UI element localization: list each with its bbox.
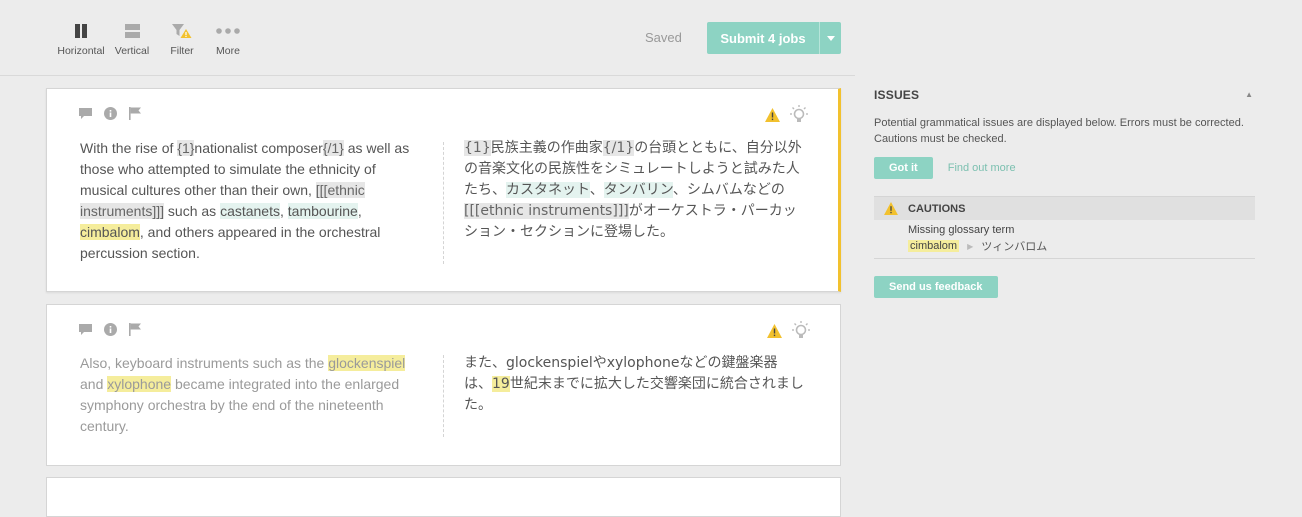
flag-icon[interactable]: [129, 323, 141, 336]
segment-source-text: Also, keyboard instruments such as the g…: [80, 355, 406, 434]
caret-down-icon: [826, 35, 835, 41]
segment-divider: [443, 355, 444, 437]
got-it-button[interactable]: Got it: [874, 157, 933, 179]
inline-tag[interactable]: {1}: [177, 140, 195, 156]
segment-status: [767, 321, 812, 341]
segment-3[interactable]: [46, 477, 841, 517]
segment-target-text[interactable]: {1}民族主義の作曲家{/1}の台頭とともに、自分以外の音楽文化の民族性をシミュ…: [464, 138, 804, 243]
pause-bars-icon: [75, 24, 87, 38]
segment-actions: [79, 107, 141, 120]
glossary-term-highlight: castanets: [220, 203, 280, 219]
target-term: ツィンバロム: [981, 240, 1048, 253]
segment-1[interactable]: With the rise of {1}nationalist composer…: [46, 88, 841, 292]
saved-status: Saved: [645, 30, 682, 45]
inline-tag[interactable]: {/1}: [602, 140, 635, 156]
warning-icon[interactable]: [765, 108, 780, 122]
more-dots-icon: [216, 28, 240, 34]
more-button[interactable]: More: [198, 20, 258, 57]
info-icon[interactable]: [104, 323, 117, 336]
glossary-term-highlight: 19: [492, 376, 510, 392]
segment-target-text[interactable]: また、glockenspielやxylophoneなどの鍵盤楽器は、19世紀末ま…: [464, 353, 804, 416]
issues-title: ISSUES: [874, 88, 920, 102]
inline-tag[interactable]: [[[ethnic instruments]]]: [464, 203, 629, 219]
submit-jobs-split-button: Submit 4 jobs: [707, 22, 841, 54]
find-out-more-link[interactable]: Find out more: [948, 162, 1016, 174]
glossary-term-highlight: タンバリン: [603, 182, 673, 198]
caution-item[interactable]: Missing glossary term cimbalom ▶ ツィンバロム: [874, 220, 1255, 259]
segment-2[interactable]: Also, keyboard instruments such as the g…: [46, 304, 841, 466]
more-label: More: [216, 45, 240, 57]
source-term: cimbalom: [908, 240, 960, 252]
inline-tag[interactable]: {1}: [464, 140, 491, 156]
issues-panel: ISSUES ▲ Potential grammatical issues ar…: [874, 88, 1255, 298]
collapse-icon[interactable]: ▲: [1245, 90, 1253, 99]
lightbulb-icon[interactable]: [788, 105, 810, 125]
glossary-term-highlight: カスタネット: [506, 182, 590, 198]
glossary-term-pair: cimbalom ▶ ツィンバロム: [908, 238, 1255, 254]
comment-icon[interactable]: [79, 323, 92, 336]
arrow-right-icon: ▶: [967, 241, 974, 251]
stacked-rows-icon: [124, 24, 140, 38]
issues-description: Potential grammatical issues are display…: [874, 117, 1244, 145]
segment-divider: [443, 142, 444, 264]
info-icon[interactable]: [104, 107, 117, 120]
segment-actions: [79, 323, 141, 336]
filter-warning-icon: [172, 24, 192, 38]
warning-icon: [884, 202, 898, 215]
caution-title: Missing glossary term: [908, 224, 1015, 236]
comment-icon[interactable]: [79, 107, 92, 120]
submit-options-dropdown[interactable]: [819, 22, 841, 54]
issues-actions: Got it Find out more: [874, 157, 1255, 179]
warning-icon[interactable]: [767, 324, 782, 338]
lightbulb-icon[interactable]: [790, 321, 812, 341]
send-feedback-button[interactable]: Send us feedback: [874, 276, 998, 298]
glossary-term-highlight: tambourine: [287, 203, 358, 219]
cautions-header[interactable]: CAUTIONS: [874, 196, 1255, 220]
glossary-term-highlight: cimbalom: [80, 224, 140, 240]
toolbar: Horizontal Vertical Filter More Saved Su…: [0, 0, 855, 76]
flag-icon[interactable]: [129, 107, 141, 120]
inline-tag[interactable]: {/1}: [322, 140, 344, 156]
glossary-term-highlight: glockenspiel: [328, 355, 406, 371]
segment-source-text: With the rise of {1}nationalist composer…: [80, 140, 410, 261]
glossary-term-highlight: xylophone: [107, 376, 172, 392]
submit-jobs-button[interactable]: Submit 4 jobs: [707, 22, 819, 54]
cautions-title: CAUTIONS: [908, 202, 966, 215]
segment-status: [765, 105, 810, 125]
